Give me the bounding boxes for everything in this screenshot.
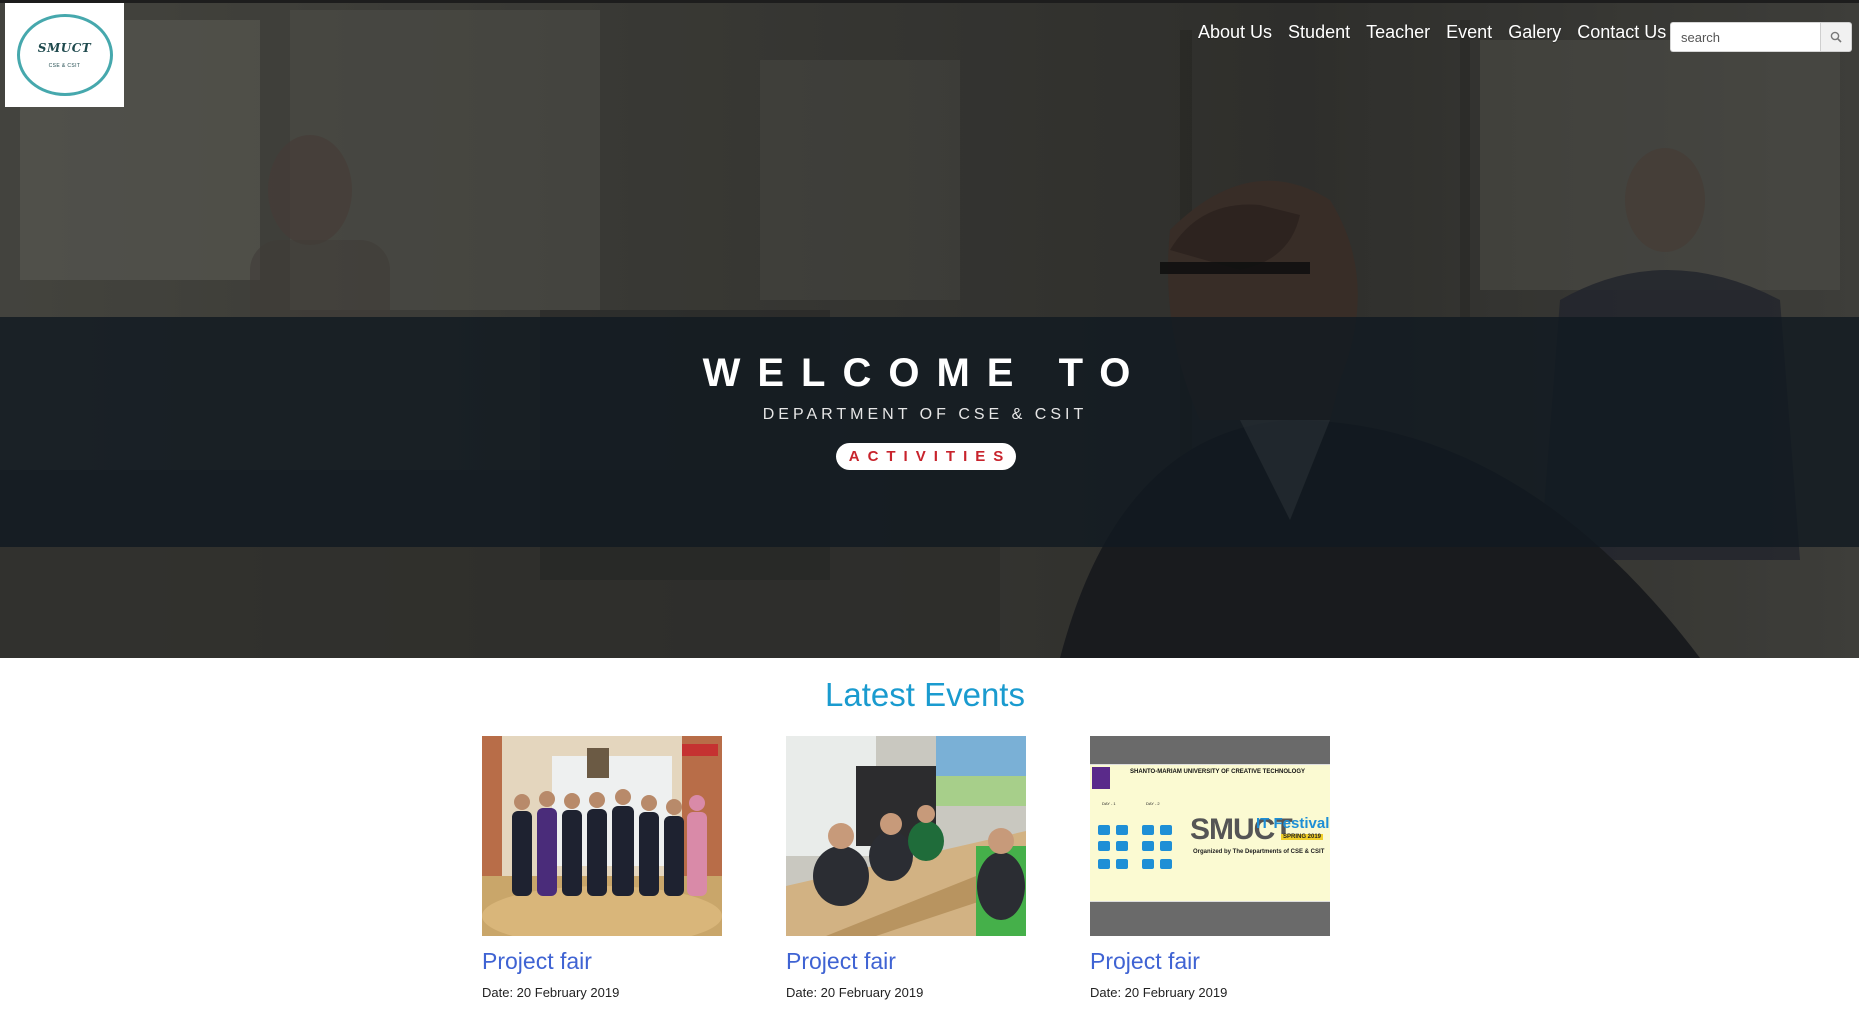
poster-organizer: Organized by The Departments of CSE & CS… [1193, 849, 1325, 855]
nav-event[interactable]: Event [1438, 20, 1500, 44]
event-image-it-festival-poster[interactable]: SHANTO-MARIAM UNIVERSITY OF CREATIVE TEC… [1090, 736, 1330, 936]
search-button[interactable] [1820, 22, 1852, 52]
nav-teacher[interactable]: Teacher [1358, 20, 1438, 44]
welcome-subtitle: DEPARTMENT OF CSE & CSIT [762, 406, 1088, 423]
nav-galery[interactable]: Galery [1500, 20, 1569, 44]
event-date: Date: 20 February 2019 [1090, 985, 1228, 1000]
event-image-group-photo[interactable] [482, 736, 722, 936]
hero-section: SMUCT CSE & CSIT About Us Student Teache… [0, 0, 1859, 658]
event-date: Date: 20 February 2019 [482, 985, 620, 1000]
university-logo-icon [1092, 767, 1110, 789]
event-title[interactable]: Project fair [1090, 948, 1330, 975]
event-date: Date: 20 February 2019 [786, 985, 924, 1000]
poster-season: SPRING 2019 [1281, 834, 1324, 840]
poster-header: SHANTO-MARIAM UNIVERSITY OF CREATIVE TEC… [1130, 769, 1306, 775]
nav-contact-us[interactable]: Contact Us [1569, 20, 1674, 44]
logo-text: SMUCT [37, 41, 92, 55]
nav-student[interactable]: Student [1280, 20, 1358, 44]
search-input[interactable] [1670, 22, 1820, 52]
event-card: SHANTO-MARIAM UNIVERSITY OF CREATIVE TEC… [1090, 736, 1330, 1000]
nav-about-us[interactable]: About Us [1190, 20, 1280, 44]
event-title[interactable]: Project fair [786, 948, 1026, 975]
search-bar [1670, 22, 1852, 52]
logo-emblem: SMUCT CSE & CSIT [16, 14, 113, 96]
event-card: Project fair Date: 20 February 2019 [482, 736, 722, 1000]
event-title[interactable]: Project fair [482, 948, 722, 975]
welcome-title: WELCOME TO [702, 351, 1148, 395]
main-nav: About Us Student Teacher Event Galery Co… [1190, 20, 1674, 44]
poster-day1: DAY - 1 [1102, 801, 1116, 806]
latest-events-heading: Latest Events [825, 676, 1025, 713]
logo-subtext: CSE & CSIT [48, 63, 81, 69]
poster-schedule-icons [1098, 825, 1172, 869]
search-icon [1830, 31, 1842, 43]
site-logo[interactable]: SMUCT CSE & CSIT [5, 3, 124, 107]
poster: SHANTO-MARIAM UNIVERSITY OF CREATIVE TEC… [1090, 764, 1330, 902]
event-image-meeting-photo[interactable] [786, 736, 1026, 936]
activities-button[interactable]: ACTIVITIES [836, 443, 1016, 470]
event-card: Project fair Date: 20 February 2019 [786, 736, 1026, 1000]
poster-title: IT Festival [1256, 815, 1330, 832]
poster-day2: DAY - 2 [1146, 801, 1160, 806]
top-border [0, 0, 1859, 3]
